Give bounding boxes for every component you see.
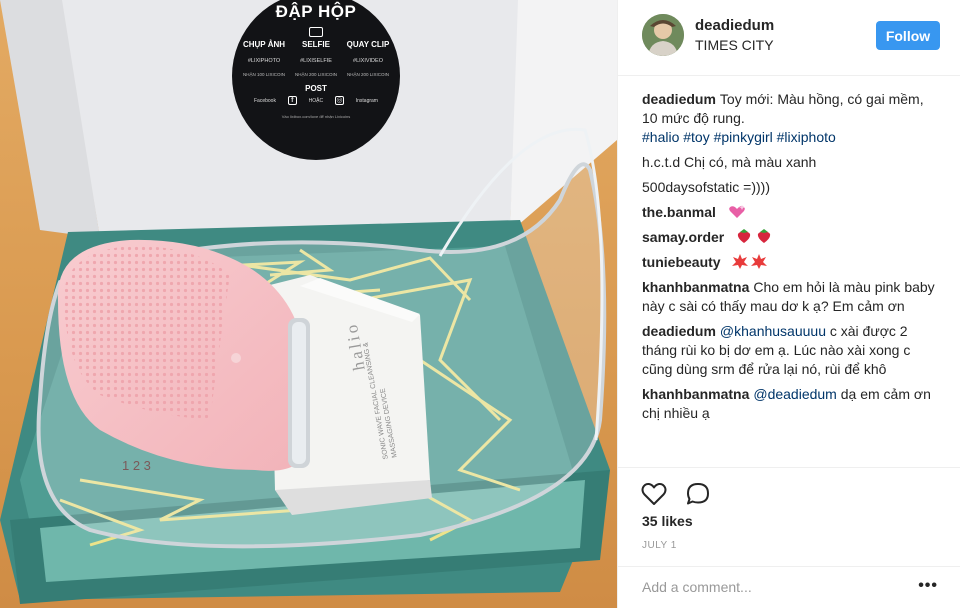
follow-button[interactable]: Follow <box>876 21 940 50</box>
comment-username[interactable]: deadiedum <box>642 91 716 107</box>
sticker-column-tag: #LIXIPHOTO <box>247 58 281 64</box>
comment-mention[interactable]: @deadiedum <box>753 386 837 402</box>
add-comment-bar: ••• <box>618 566 960 608</box>
comment-username[interactable]: khanhbanmatna <box>642 279 749 295</box>
post-photo[interactable]: 1 2 3 ĐẬP HỘP CHỤP ẢNH #LIXIPHOTO NHẬN 1… <box>0 0 617 608</box>
comment-item: khanhbanmatna Cho em hỏi là màu pink baby… <box>642 278 942 316</box>
comment-list: deadiedum Toy mới: Màu hồng, có gai mềm, … <box>642 90 942 429</box>
post-date[interactable]: JULY 1 <box>642 540 677 551</box>
strawberry-emoji-icon <box>738 229 771 243</box>
post-header: deadiedum TIMES CITY Follow <box>618 0 960 76</box>
sticker-fine-print: Vào lixibox.com/love để nhận Lixicoins <box>281 114 351 119</box>
sticker-column-tag: #LIXIVIDEO <box>353 58 383 64</box>
comment-item: the.banmal <box>642 203 942 222</box>
sticker-post-label: POST <box>305 84 327 93</box>
collision-emoji-icon <box>732 254 768 269</box>
heart-icon[interactable] <box>641 482 667 506</box>
header-username[interactable]: deadiedum <box>695 17 774 34</box>
comment-item: h.c.t.d Chị có, mà màu xanh <box>642 153 942 172</box>
comment-item: 500daysofstatic =)))) <box>642 178 942 197</box>
sticker-column: CHỤP ẢNH #LIXIPHOTO NHẬN 100 LIXICOIN <box>240 40 288 77</box>
sticker-column-reward: NHẬN 200 LIXICOIN <box>294 72 337 77</box>
comment-username[interactable]: tuniebeauty <box>642 254 721 270</box>
add-comment-input[interactable] <box>642 579 902 595</box>
sticker-channel-instagram: Instagram <box>355 97 378 104</box>
sticker-column-tag: #LIXISELFIE <box>300 58 332 64</box>
comment-item: samay.order <box>642 228 942 247</box>
comment-text: h.c.t.d Chị có, mà màu xanh <box>642 154 817 170</box>
comment-item: khanhbanmatna @deadiedum dạ em cảm ơn chị… <box>642 385 942 423</box>
comment-username[interactable]: khanhbanmatna <box>642 386 749 402</box>
comment-username[interactable]: samay.order <box>642 229 724 245</box>
comment-item: deadiedum Toy mới: Màu hồng, có gai mềm, … <box>642 90 942 147</box>
sticker-column: SELFIE #LIXISELFIE NHẬN 200 LIXICOIN <box>292 40 340 77</box>
avatar-image <box>642 14 684 56</box>
facebook-icon: f <box>287 96 297 105</box>
sticker-column-reward: NHẬN 100 LIXICOIN <box>242 72 285 77</box>
post-side-panel: deadiedum TIMES CITY Follow deadiedum Toy… <box>617 0 960 608</box>
action-bar <box>618 467 960 505</box>
comment-mention[interactable]: @khanhusauuuu <box>720 323 826 339</box>
sticker-channel-facebook: Facebook <box>254 97 276 104</box>
sticker-column-reward: NHẬN 200 LIXICOIN <box>346 72 389 77</box>
comment-hashtags[interactable]: #halio #toy #pinkygirl #lixiphoto <box>642 129 836 145</box>
comment-item: deadiedum @khanhusauuuu c xài được 2 thán… <box>642 322 942 379</box>
likes-count[interactable]: 35 likes <box>642 513 693 529</box>
instagram-icon: ◎ <box>334 96 344 105</box>
sticker-column-heading: CHỤP ẢNH <box>242 40 286 49</box>
more-options-icon[interactable]: ••• <box>918 577 938 595</box>
comment-icon[interactable] <box>685 482 711 506</box>
sticker-column-heading: QUAY CLIP <box>346 40 390 49</box>
sticker-channel-or: HOẶC <box>308 97 324 104</box>
comment-item: tuniebeauty <box>642 253 942 272</box>
avatar[interactable] <box>642 14 684 56</box>
sticker-title: ĐẬP HỘP <box>275 2 357 21</box>
header-location[interactable]: TIMES CITY <box>695 37 774 53</box>
comment-username[interactable]: deadiedum <box>642 323 716 339</box>
comment-text: 500daysofstatic =)))) <box>642 179 770 195</box>
comment-username[interactable]: the.banmal <box>642 204 716 220</box>
camera-icon <box>309 27 323 37</box>
sticker-column: QUAY CLIP #LIXIVIDEO NHẬN 200 LIXICOIN <box>344 40 392 77</box>
svg-text:1 2 3: 1 2 3 <box>122 458 151 473</box>
sparkling-heart-emoji-icon <box>728 205 745 218</box>
sticker-column-heading: SELFIE <box>301 40 330 49</box>
